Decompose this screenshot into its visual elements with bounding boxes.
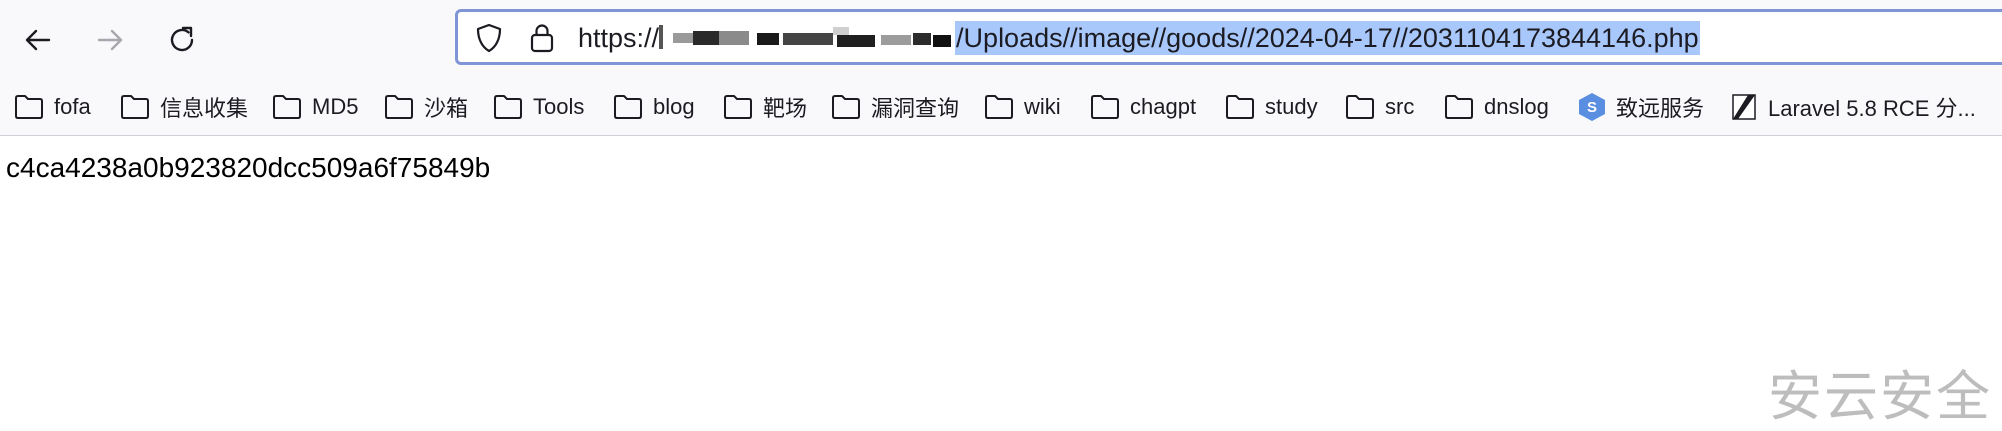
folder-icon (831, 94, 871, 120)
url-scheme: https:// (578, 23, 660, 53)
watermark: 安云安全 (1768, 365, 1992, 428)
bookmark-label: study (1265, 94, 1318, 119)
bookmark-item[interactable]: wiki (984, 90, 1061, 124)
bookmark-label: 漏洞查询 (871, 96, 960, 121)
browser-chrome: https:// /Uploads//image//goods//2024-04… (0, 0, 2002, 136)
bookmark-label: 靶场 (763, 96, 808, 121)
folder-icon (384, 94, 424, 120)
svg-text:S: S (1587, 99, 1597, 116)
bookmarks-toolbar: fofa 信息收集 MD5 沙箱 Tools blog 靶场 漏洞查询 wiki chagpt st… (0, 84, 2002, 130)
bookmark-item[interactable]: fofa (14, 90, 91, 124)
folder-icon (984, 94, 1024, 120)
folder-icon (120, 94, 160, 120)
url-path-selection: /Uploads//image//goods//2024-04-17//2031… (955, 21, 1700, 55)
url-input[interactable]: https:// /Uploads//image//goods//2024-04… (578, 21, 1700, 55)
folder-icon (493, 94, 533, 120)
lock-icon[interactable] (528, 22, 556, 59)
tracking-protection-shield-icon[interactable] (473, 22, 505, 59)
bookmark-item[interactable]: dnslog (1444, 90, 1549, 124)
folder-icon (1225, 94, 1265, 120)
bookmark-label: 致远服务 (1616, 96, 1705, 121)
folder-icon (14, 94, 54, 120)
forward-button[interactable] (88, 18, 132, 62)
bookmark-label: src (1385, 94, 1415, 119)
bookmark-item[interactable]: 信息收集 (120, 90, 248, 124)
folder-icon (1090, 94, 1130, 120)
folder-icon (613, 94, 653, 120)
folder-icon (272, 94, 312, 120)
reload-icon (166, 24, 198, 56)
bookmark-label: fofa (54, 94, 91, 119)
bookmark-label: blog (653, 94, 695, 119)
back-button[interactable] (16, 18, 60, 62)
bookmark-label: Tools (533, 94, 585, 119)
bookmark-label: chagpt (1130, 94, 1197, 119)
bookmark-item[interactable]: 沙箱 (384, 90, 468, 124)
bookmark-label: Laravel 5.8 RCE 分... (1768, 96, 1976, 121)
bookmark-item[interactable]: Tools (493, 90, 584, 124)
folder-icon (723, 94, 763, 120)
arrow-left-icon (22, 24, 54, 56)
bookmark-label: MD5 (312, 94, 359, 119)
bookmark-item[interactable]: chagpt (1090, 90, 1196, 124)
laravel-slash-icon (1730, 92, 1768, 122)
bookmark-item[interactable]: 靶场 (723, 90, 807, 124)
bookmark-label: dnslog (1484, 94, 1549, 119)
bookmark-label: wiki (1024, 94, 1061, 119)
page-body-text: c4ca4238a0b923820dcc509a6f75849b (6, 152, 491, 183)
redacted-domain (659, 21, 955, 55)
bookmark-item[interactable]: Laravel 5.8 RCE 分... (1730, 90, 1976, 124)
folder-icon (1444, 94, 1484, 120)
bookmark-label: 信息收集 (160, 96, 249, 121)
bookmark-item[interactable]: MD5 (272, 90, 358, 124)
bookmark-item[interactable]: S 致远服务 (1578, 90, 1704, 124)
bookmark-label: 沙箱 (424, 96, 469, 121)
arrow-right-icon (94, 24, 126, 56)
navigation-toolbar: https:// /Uploads//image//goods//2024-04… (0, 0, 2002, 80)
bookmark-item[interactable]: blog (613, 90, 695, 124)
bookmark-item[interactable]: src (1345, 90, 1414, 124)
bookmark-item[interactable]: study (1225, 90, 1318, 124)
address-bar[interactable]: https:// /Uploads//image//goods//2024-04… (455, 9, 2002, 65)
folder-icon (1345, 94, 1385, 120)
bookmark-item[interactable]: 漏洞查询 (831, 90, 959, 124)
seeyon-s-icon: S (1578, 92, 1616, 122)
reload-button[interactable] (160, 18, 204, 62)
